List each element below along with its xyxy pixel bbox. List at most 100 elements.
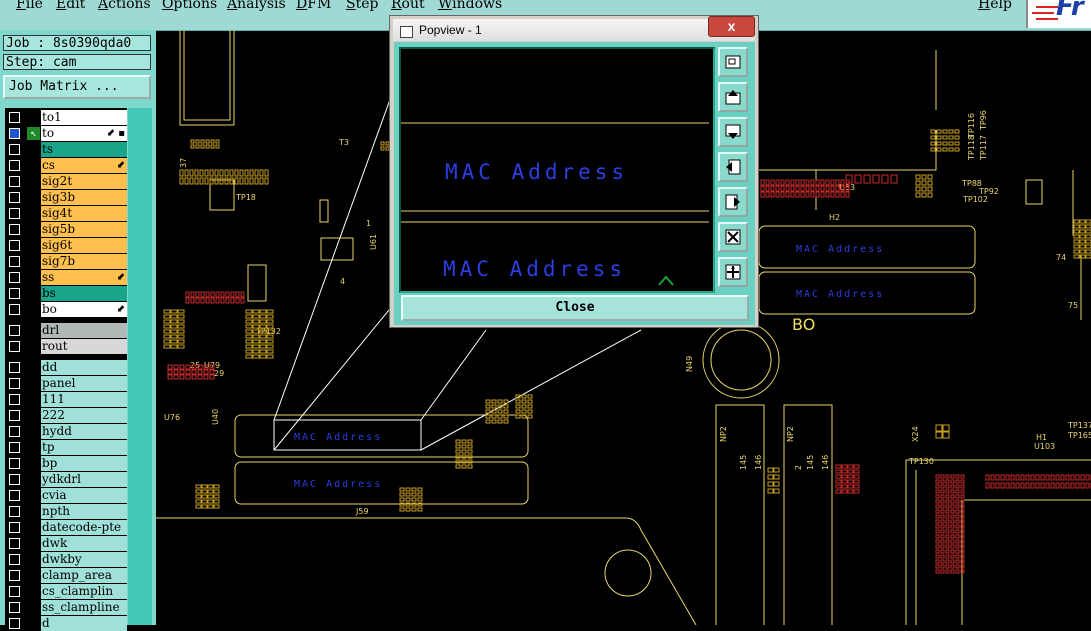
menu-analysis[interactable]: Analysis bbox=[227, 0, 286, 12]
layer-list-scrollbar[interactable] bbox=[128, 108, 152, 625]
pan-up-button[interactable] bbox=[718, 82, 748, 112]
layer-row-bo[interactable]: bo ⬋ bbox=[5, 302, 127, 317]
layer-row-drl[interactable]: drl bbox=[5, 323, 127, 338]
layer-row-ydkdrl[interactable]: ydkdrl bbox=[5, 472, 127, 487]
layer-checkbox[interactable] bbox=[9, 362, 20, 373]
layer-name[interactable]: sig6t bbox=[41, 238, 127, 253]
layer-name[interactable]: d bbox=[41, 616, 127, 631]
layer-checkbox[interactable] bbox=[9, 272, 20, 283]
window-close-button[interactable]: x bbox=[708, 16, 755, 37]
layer-checkbox[interactable] bbox=[9, 554, 20, 565]
layer-name[interactable]: panel bbox=[41, 376, 127, 391]
layer-name[interactable]: drl bbox=[41, 323, 127, 338]
menu-windows[interactable]: Windows bbox=[438, 0, 502, 12]
layer-name[interactable]: clamp_area bbox=[41, 568, 127, 583]
layer-row-rout[interactable]: rout bbox=[5, 339, 127, 354]
layer-name[interactable]: dd bbox=[41, 360, 127, 375]
layer-name[interactable]: ts bbox=[41, 142, 127, 157]
layer-name[interactable]: to1 bbox=[41, 110, 127, 125]
layer-name[interactable]: sig5b bbox=[41, 222, 127, 237]
layer-checkbox[interactable] bbox=[9, 240, 20, 251]
layer-row-panel[interactable]: panel bbox=[5, 376, 127, 391]
menu-dfm[interactable]: DFM bbox=[296, 0, 331, 12]
layer-checkbox[interactable] bbox=[9, 490, 20, 501]
layer-name[interactable]: bs bbox=[41, 286, 127, 301]
layer-name[interactable]: ss_clampline bbox=[41, 600, 127, 615]
menu-actions[interactable]: Actions bbox=[98, 0, 151, 12]
layer-name[interactable]: ss ⬋ bbox=[41, 270, 127, 285]
layer-row-to1[interactable]: to1 bbox=[5, 110, 127, 125]
pan-right-button[interactable] bbox=[718, 187, 748, 217]
layer-checkbox[interactable] bbox=[9, 378, 20, 389]
layer-name[interactable]: 222 bbox=[41, 408, 127, 423]
layer-checkbox[interactable] bbox=[9, 192, 20, 203]
layer-checkbox[interactable] bbox=[9, 160, 20, 171]
layer-row-sig4t[interactable]: sig4t bbox=[5, 206, 127, 221]
layer-checkbox[interactable] bbox=[9, 442, 20, 453]
layer-checkbox[interactable] bbox=[9, 394, 20, 405]
layer-row-ss_clampline[interactable]: ss_clampline bbox=[5, 600, 127, 615]
job-matrix-button[interactable]: Job Matrix ... bbox=[3, 75, 151, 99]
menu-rout[interactable]: Rout bbox=[391, 0, 425, 12]
layer-checkbox[interactable] bbox=[9, 602, 20, 613]
menu-file[interactable]: File bbox=[16, 0, 43, 12]
layer-row-bs[interactable]: bs bbox=[5, 286, 127, 301]
layer-row-npth[interactable]: npth bbox=[5, 504, 127, 519]
layer-checkbox[interactable] bbox=[9, 224, 20, 235]
layer-row-clamp_area[interactable]: clamp_area bbox=[5, 568, 127, 583]
layer-name[interactable]: sig3b bbox=[41, 190, 127, 205]
layer-row-sig7b[interactable]: sig7b bbox=[5, 254, 127, 269]
layer-row-d[interactable]: d bbox=[5, 616, 127, 631]
layer-name[interactable]: sig7b bbox=[41, 254, 127, 269]
layer-checkbox[interactable] bbox=[9, 458, 20, 469]
layer-row-datecode-pte[interactable]: datecode-pte bbox=[5, 520, 127, 535]
layer-row-to[interactable]: ↖ to ⬋ ▪ bbox=[5, 126, 127, 141]
layer-row-tp[interactable]: tp bbox=[5, 440, 127, 455]
popview-close-button[interactable]: Close bbox=[401, 295, 749, 321]
layer-row-cvia[interactable]: cvia bbox=[5, 488, 127, 503]
zoom-home-button[interactable] bbox=[718, 257, 748, 287]
zoom-window-button[interactable] bbox=[718, 47, 748, 77]
layer-name[interactable]: bo ⬋ bbox=[41, 302, 127, 317]
layer-row-sig6t[interactable]: sig6t bbox=[5, 238, 127, 253]
layer-name[interactable]: to ⬋ ▪ bbox=[41, 126, 127, 141]
layer-name[interactable]: 111 bbox=[41, 392, 127, 407]
layer-name[interactable]: tp bbox=[41, 440, 127, 455]
menu-options[interactable]: Options bbox=[162, 0, 217, 12]
layer-row-cs_clamplin[interactable]: cs_clamplin bbox=[5, 584, 127, 599]
menu-step[interactable]: Step bbox=[346, 0, 378, 12]
layer-checkbox[interactable] bbox=[9, 522, 20, 533]
layer-checkbox[interactable] bbox=[9, 144, 20, 155]
layer-row-bp[interactable]: bp bbox=[5, 456, 127, 471]
layer-checkbox[interactable] bbox=[9, 112, 20, 123]
layer-name[interactable]: rout bbox=[41, 339, 127, 354]
layer-row-dwk[interactable]: dwk bbox=[5, 536, 127, 551]
layer-name[interactable]: sig4t bbox=[41, 206, 127, 221]
popview-canvas[interactable]: MAC Address MAC Address bbox=[399, 47, 715, 293]
layer-row-sig3b[interactable]: sig3b bbox=[5, 190, 127, 205]
layer-checkbox[interactable] bbox=[9, 176, 20, 187]
layer-row-cs[interactable]: cs ⬋ bbox=[5, 158, 127, 173]
layer-name[interactable]: dwk bbox=[41, 536, 127, 551]
layer-name[interactable]: cs_clamplin bbox=[41, 584, 127, 599]
layer-row-ss[interactable]: ss ⬋ bbox=[5, 270, 127, 285]
menu-edit[interactable]: Edit bbox=[56, 0, 85, 12]
layer-name[interactable]: bp bbox=[41, 456, 127, 471]
layer-checkbox[interactable] bbox=[9, 208, 20, 219]
pan-down-button[interactable] bbox=[718, 117, 748, 147]
layer-checkbox[interactable] bbox=[9, 586, 20, 597]
layer-row-sig5b[interactable]: sig5b bbox=[5, 222, 127, 237]
layer-checkbox[interactable] bbox=[9, 506, 20, 517]
layer-name[interactable]: dwkby bbox=[41, 552, 127, 567]
menu-help[interactable]: Help bbox=[978, 0, 1012, 12]
layer-checkbox[interactable] bbox=[9, 341, 20, 352]
layer-name[interactable]: ydkdrl bbox=[41, 472, 127, 487]
layer-checkbox[interactable] bbox=[9, 325, 20, 336]
pan-left-button[interactable] bbox=[718, 152, 748, 182]
layer-row-222[interactable]: 222 bbox=[5, 408, 127, 423]
layer-checkbox[interactable] bbox=[9, 410, 20, 421]
zoom-fit-button[interactable] bbox=[718, 222, 748, 252]
layer-row-111[interactable]: 111 bbox=[5, 392, 127, 407]
layer-name[interactable]: sig2t bbox=[41, 174, 127, 189]
layer-checkbox[interactable] bbox=[9, 618, 20, 629]
